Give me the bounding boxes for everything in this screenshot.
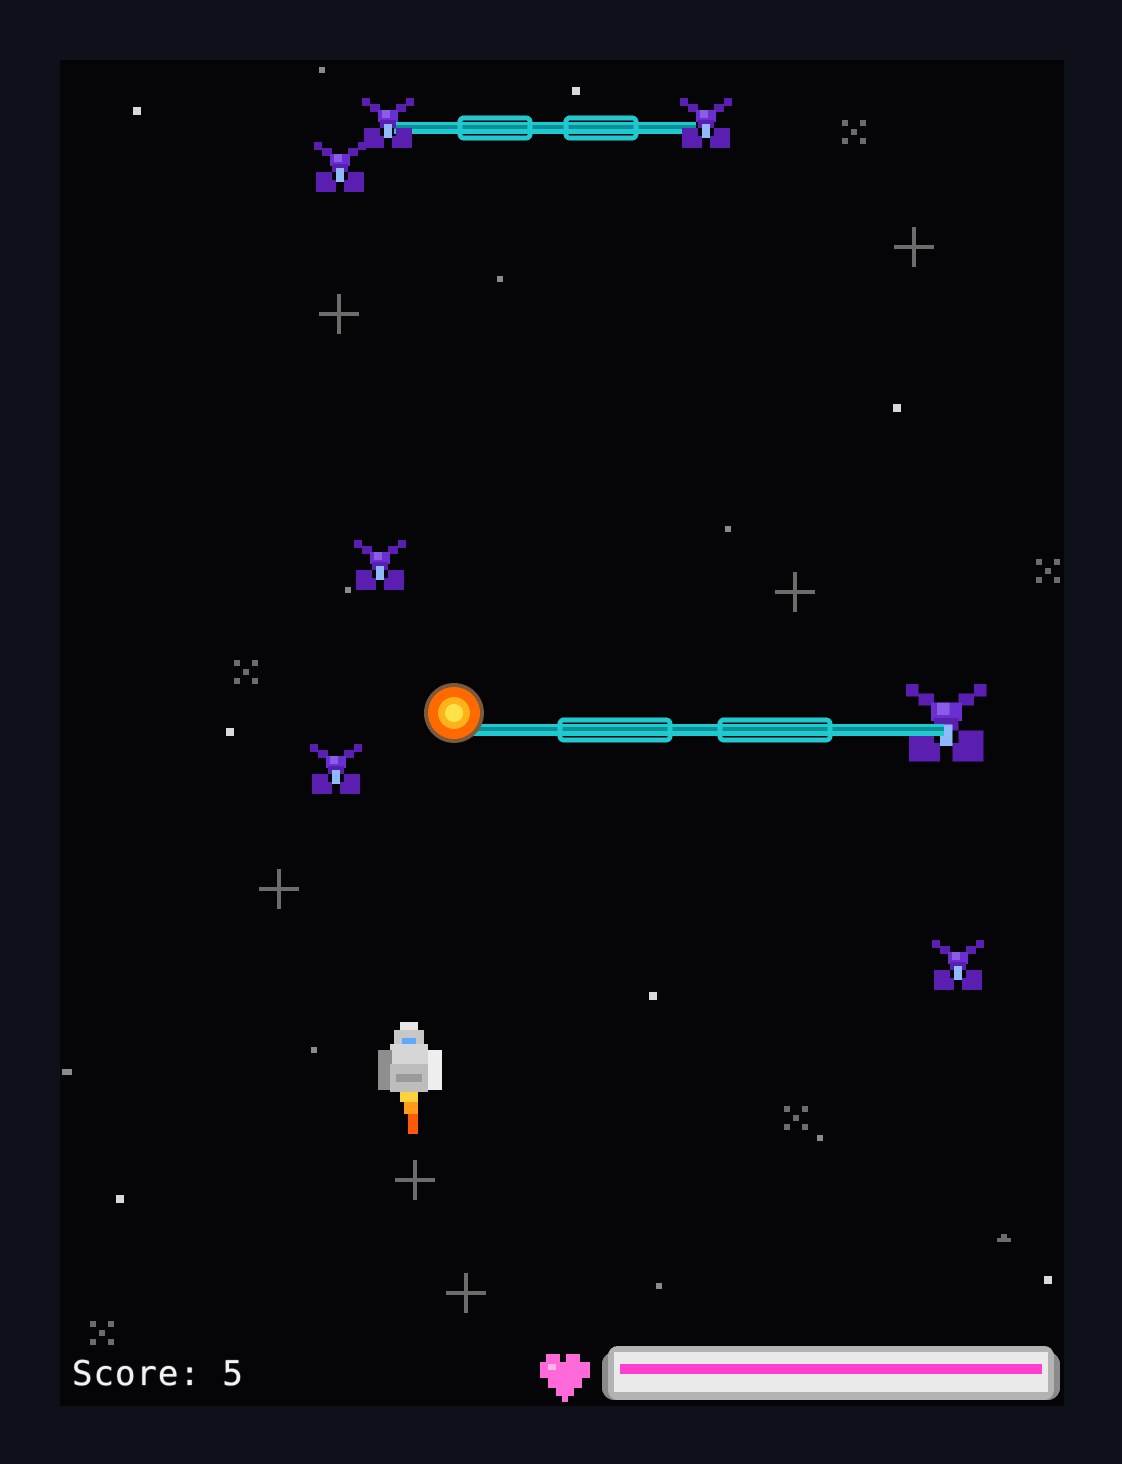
player-ship[interactable] xyxy=(378,1022,442,1134)
laser-beam xyxy=(394,115,696,141)
laser-beam xyxy=(472,717,944,743)
score-value: 5 xyxy=(222,1354,244,1394)
health-bar xyxy=(540,1346,1060,1402)
heart-icon xyxy=(540,1354,590,1402)
plus-star-icon xyxy=(259,227,934,1313)
score-label: Score: xyxy=(72,1354,201,1394)
game-canvas[interactable]: Score: 5 xyxy=(60,60,1064,1406)
space-scene xyxy=(62,67,1060,1345)
fireball xyxy=(424,683,484,743)
score-display: Score: 5 xyxy=(72,1354,244,1394)
health-bar-fill xyxy=(620,1364,1042,1374)
enemy-ship xyxy=(310,98,987,990)
star-field xyxy=(62,67,1052,1289)
